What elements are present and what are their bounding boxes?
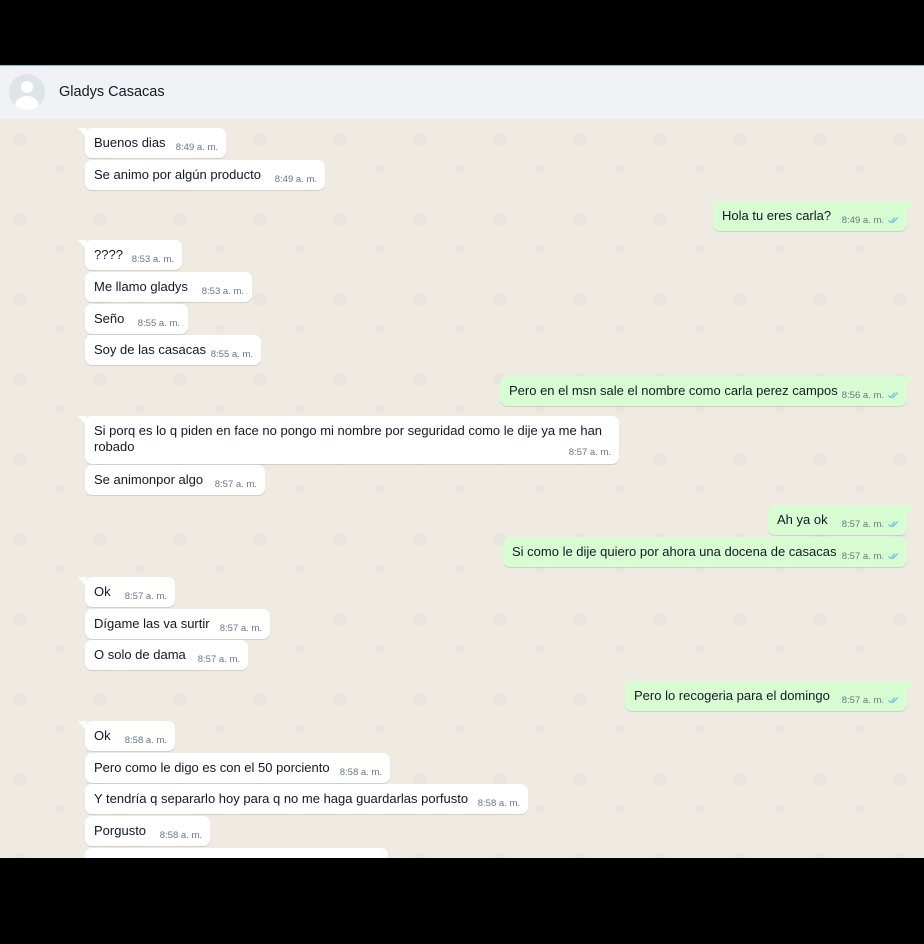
message-time: 8:57 a. m.: [568, 447, 611, 458]
message-text: Si porq es lo q piden en face no pongo m…: [94, 423, 603, 454]
message-bubble-in[interactable]: O solo de dama 8:57 a. m.: [85, 640, 248, 670]
message-time: 8:49 a. m.: [841, 215, 884, 226]
message-bubble-in[interactable]: Buenos dias 8:49 a. m.: [78, 128, 226, 158]
message-time: 8:49 a. m.: [274, 174, 317, 185]
avatar-placeholder-icon: [21, 81, 33, 93]
message-bubble-in[interactable]: Soy de las casacas 8:55 a. m.: [85, 335, 261, 365]
message-time: 8:57 a. m.: [841, 551, 884, 562]
message-time: 8:58 a. m.: [124, 735, 167, 746]
message-bubble-out[interactable]: Hola tu eres carla? 8:49 a. m.: [713, 201, 914, 231]
message-bubble-out[interactable]: Pero lo recogeria para el domingo 8:57 a…: [625, 681, 914, 711]
message-text: Pero como le digo es con el 50 porciento: [94, 760, 330, 775]
message-time: 8:53 a. m.: [131, 254, 174, 265]
contact-name[interactable]: Gladys Casacas: [59, 84, 165, 100]
chat-header[interactable]: Gladys Casacas: [0, 66, 924, 120]
message-bubble-in[interactable]: Dígame las va surtir 8:57 a. m.: [85, 609, 270, 639]
message-time: 8:55 a. m.: [210, 349, 253, 360]
contact-avatar[interactable]: [9, 74, 45, 110]
message-bubble-in[interactable]: Se animonpor algo 8:57 a. m.: [85, 465, 265, 495]
message-text: Y tendría q separarlo hoy para q no me h…: [94, 791, 469, 806]
message-text: Porgusto: [94, 823, 147, 838]
message-time: 8:55 a. m.: [137, 318, 180, 329]
message-text: Buenos dias: [94, 135, 166, 150]
message-time: 8:57 a. m.: [197, 654, 240, 665]
message-text: Ah ya ok: [777, 512, 828, 527]
message-text: Si como le dije quiero por ahora una doc…: [512, 544, 837, 559]
read-receipt-icon: [888, 697, 899, 704]
read-receipt-icon: [888, 553, 899, 560]
message-time: 8:49 a. m.: [175, 142, 218, 153]
message-time: 8:57 a. m.: [124, 591, 167, 602]
message-bubble-in[interactable]: Si porq es lo q piden en face no pongo m…: [78, 416, 619, 464]
message-list[interactable]: Buenos dias 8:49 a. m. Se animo por algú…: [0, 119, 924, 858]
message-bubble-in[interactable]: Pero como le digo es con el 50 porciento…: [85, 753, 390, 783]
message-bubble-in-partial[interactable]: [85, 848, 388, 858]
message-bubble-in[interactable]: Se animo por algún producto 8:49 a. m.: [85, 160, 325, 190]
message-text: Pero en el msn sale el nombre como carla…: [509, 383, 838, 398]
message-time: 8:58 a. m.: [159, 830, 202, 841]
message-time: 8:57 a. m.: [841, 695, 884, 706]
message-time: 8:58 a. m.: [339, 767, 382, 778]
message-time: 8:57 a. m.: [219, 623, 262, 634]
read-receipt-icon: [888, 521, 899, 528]
message-text: Soy de las casacas: [94, 342, 207, 357]
message-bubble-in[interactable]: Me llamo gladys 8:53 a. m.: [85, 272, 252, 302]
chat-window: Gladys Casacas Buenos dias 8:49 a. m. Se…: [0, 65, 924, 858]
message-bubble-out[interactable]: Ah ya ok 8:57 a. m.: [768, 505, 914, 535]
message-bubble-in[interactable]: ???? 8:53 a. m.: [78, 240, 182, 270]
message-time: 8:57 a. m.: [214, 479, 257, 490]
read-receipt-icon: [888, 392, 899, 399]
message-text: O solo de dama: [94, 647, 186, 662]
read-receipt-icon: [888, 217, 899, 224]
message-text: Seño: [94, 311, 125, 326]
message-text: Dígame las va surtir: [94, 616, 210, 631]
message-bubble-in[interactable]: Porgusto 8:58 a. m.: [85, 816, 210, 846]
message-time: 8:58 a. m.: [477, 798, 520, 809]
message-text: Pero lo recogeria para el domingo: [634, 688, 830, 703]
message-bubble-out[interactable]: Pero en el msn sale el nombre como carla…: [500, 376, 914, 406]
message-bubble-in[interactable]: Seño 8:55 a. m.: [85, 304, 188, 334]
message-bubble-in[interactable]: Ok 8:58 a. m.: [78, 721, 175, 751]
screenshot: { "chat": { "contact_name": "Gladys Casa…: [0, 0, 924, 944]
message-bubble-in[interactable]: Y tendría q separarlo hoy para q no me h…: [85, 784, 528, 814]
message-text: Se animo por algún producto: [94, 167, 261, 182]
message-time: 8:53 a. m.: [201, 286, 244, 297]
message-bubble-in[interactable]: Ok 8:57 a. m.: [78, 577, 175, 607]
message-text: Ok: [94, 728, 111, 743]
message-text: ????: [94, 247, 123, 262]
message-text: Se animonpor algo: [94, 472, 204, 487]
message-bubble-out[interactable]: Si como le dije quiero por ahora una doc…: [503, 537, 907, 567]
message-text: Me llamo gladys: [94, 279, 188, 294]
message-text: Ok: [94, 584, 111, 599]
message-time: 8:56 a. m.: [841, 390, 884, 401]
message-time: 8:57 a. m.: [841, 519, 884, 530]
message-text: Hola tu eres carla?: [722, 208, 832, 223]
